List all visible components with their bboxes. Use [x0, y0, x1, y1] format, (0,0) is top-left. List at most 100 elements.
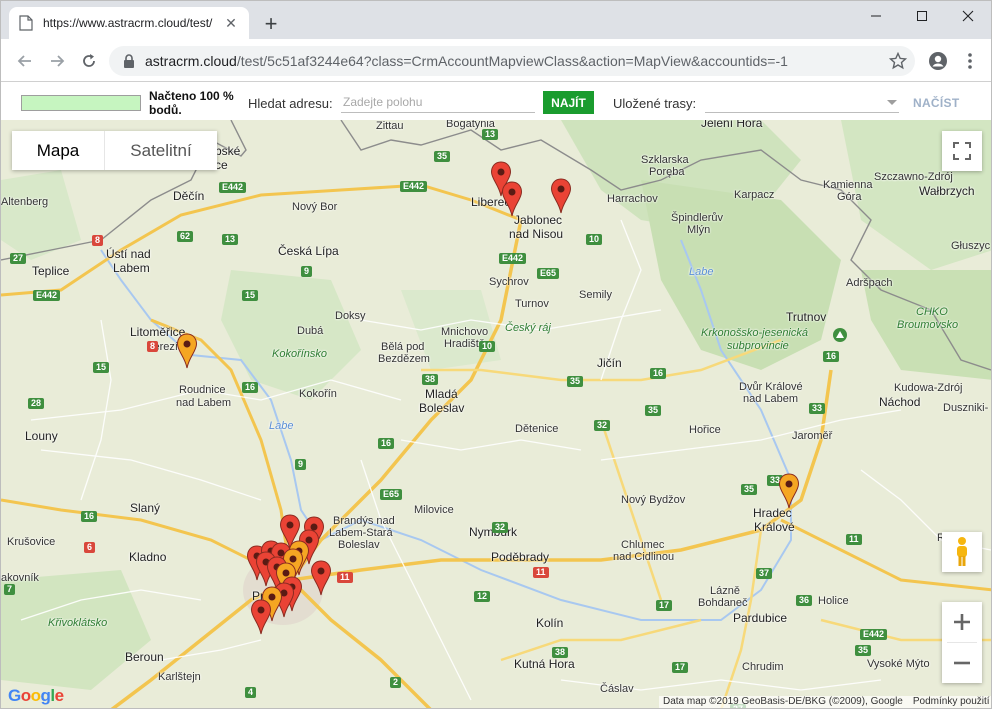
road-number-shield: E442 [499, 253, 527, 264]
terms-link[interactable]: Podmínky použití [913, 696, 990, 708]
close-tab-icon[interactable]: ✕ [223, 15, 239, 31]
google-logo-letter: o [20, 686, 31, 705]
map-marker-orange-icon[interactable] [176, 333, 198, 369]
place-label: Labem [113, 261, 150, 275]
minimize-icon[interactable] [853, 1, 899, 31]
street-view-pegman[interactable] [942, 532, 982, 572]
road-number-shield: 9 [301, 266, 313, 277]
page-icon [19, 15, 33, 31]
map-marker-red-icon[interactable] [501, 181, 523, 217]
place-label: Nový Bydžov [621, 494, 686, 506]
road-number-shield: 11 [846, 534, 862, 545]
place-label: Labe [269, 420, 294, 432]
map-type-satellite[interactable]: Satelitní [104, 131, 217, 170]
place-label: Náchod [879, 395, 921, 409]
road-number-shield: E442 [400, 181, 428, 192]
dropdown-caret-icon [887, 100, 897, 105]
place-label: Karpacz [734, 189, 775, 201]
maximize-icon[interactable] [899, 1, 945, 31]
load-route-button[interactable]: NAČÍST [913, 96, 959, 110]
zoom-in-button[interactable] [942, 602, 982, 642]
place-label: Duszniki- [943, 402, 989, 414]
map-marker-red-icon[interactable] [310, 560, 332, 596]
place-label: Harrachov [607, 193, 658, 205]
address-bar[interactable]: astracrm.cloud/test/5c51af3244e64?class=… [109, 46, 915, 76]
place-label: Kokořín [299, 388, 337, 400]
place-label: Dubá [297, 325, 324, 337]
account-icon[interactable] [928, 51, 948, 71]
road-number-shield: 12 [474, 591, 491, 602]
place-label: Jelení Hora [701, 120, 763, 130]
place-label: Broumovsko [897, 319, 959, 331]
bookmark-star-icon[interactable] [889, 52, 907, 70]
map-marker-orange-icon[interactable] [778, 473, 800, 509]
place-label: Bohdaneč [698, 597, 748, 609]
place-label: Čáslav [600, 683, 634, 695]
place-label: nad Nisou [509, 227, 564, 241]
place-label: Dvůr Králové [739, 381, 803, 393]
place-label: Trutnov [786, 310, 827, 324]
place-label: Mladá [425, 387, 458, 401]
fullscreen-button[interactable] [942, 131, 982, 171]
place-label: Beroun [125, 650, 164, 664]
place-label: Krkonošsko-jesenická [701, 327, 808, 339]
forward-icon[interactable] [45, 49, 69, 73]
reload-icon[interactable] [77, 49, 101, 73]
map-marker-red-icon[interactable] [550, 178, 572, 214]
road-number-shield: 2 [390, 677, 402, 688]
place-label: Holice [818, 595, 849, 607]
place-label: Kudowa-Zdrój [894, 382, 963, 394]
minus-icon [954, 661, 970, 665]
place-label: Poręba [649, 166, 685, 178]
place-label: Křivoklátsko [48, 617, 108, 629]
saved-routes-select[interactable] [705, 91, 899, 113]
place-label: Krušovice [7, 536, 56, 548]
map-marker-red-icon[interactable] [250, 599, 272, 635]
place-label: Chlumec [621, 539, 665, 551]
place-label: Kokořínsko [272, 348, 328, 360]
new-tab-icon[interactable]: + [259, 13, 283, 37]
place-label: Labe [689, 266, 714, 278]
back-icon[interactable] [13, 49, 37, 73]
place-label: Boleslav [419, 401, 465, 415]
road-number-shield: 11 [533, 567, 549, 578]
road-number-shield: 8 [92, 235, 104, 246]
road-number-shield: 33 [809, 403, 826, 414]
place-label: Adršpach [846, 277, 893, 289]
peak-icon [833, 328, 847, 342]
road-number-shield: E65 [380, 489, 403, 500]
place-label: Turnov [515, 298, 549, 310]
map-canvas[interactable]: Zittau Bogatynia Jelení Hora bské ce Děčín Alt… [1, 120, 991, 708]
road-number-shield: 16 [242, 382, 259, 393]
place-label: Mnichovo [441, 326, 489, 338]
place-label: Jičín [597, 356, 622, 370]
google-logo-letter: g [40, 686, 51, 705]
road-number-shield: 10 [479, 341, 496, 352]
browser-tab[interactable]: https://www.astracrm.cloud/test/ ✕ [9, 7, 249, 39]
search-address-label: Hledat adresu: [248, 96, 333, 111]
place-label: Mlýn [687, 224, 711, 236]
place-label: Kutná Hora [514, 657, 575, 671]
place-label: bské [215, 144, 241, 158]
place-label: subprovincie [727, 340, 789, 352]
zoom-control [942, 602, 982, 683]
place-label: Głuszyc [951, 240, 991, 252]
find-button[interactable]: NAJÍT [543, 91, 594, 114]
road-number-shield: E442 [219, 182, 247, 193]
map-attribution: Data map ©2019 GeoBasis-DE/BKG (©2009), … [659, 696, 991, 708]
place-label: Semily [579, 289, 613, 301]
road-number-shield: E442 [33, 290, 61, 301]
map-type-control: Mapa Satelitní [12, 131, 217, 170]
zoom-out-button[interactable] [942, 643, 982, 683]
search-address-input[interactable] [341, 91, 535, 113]
google-logo-letter: G [8, 686, 21, 705]
road-number-shield: 13 [482, 129, 499, 140]
map-type-map[interactable]: Mapa [12, 131, 104, 170]
menu-dots-icon[interactable] [962, 51, 978, 71]
lock-icon [124, 54, 134, 68]
google-logo[interactable]: Google [8, 686, 64, 706]
close-window-icon[interactable] [945, 1, 991, 31]
place-label: Kolín [536, 616, 564, 630]
road-number-shield: E442 [860, 629, 888, 640]
road-number-shield: 10 [586, 234, 603, 245]
